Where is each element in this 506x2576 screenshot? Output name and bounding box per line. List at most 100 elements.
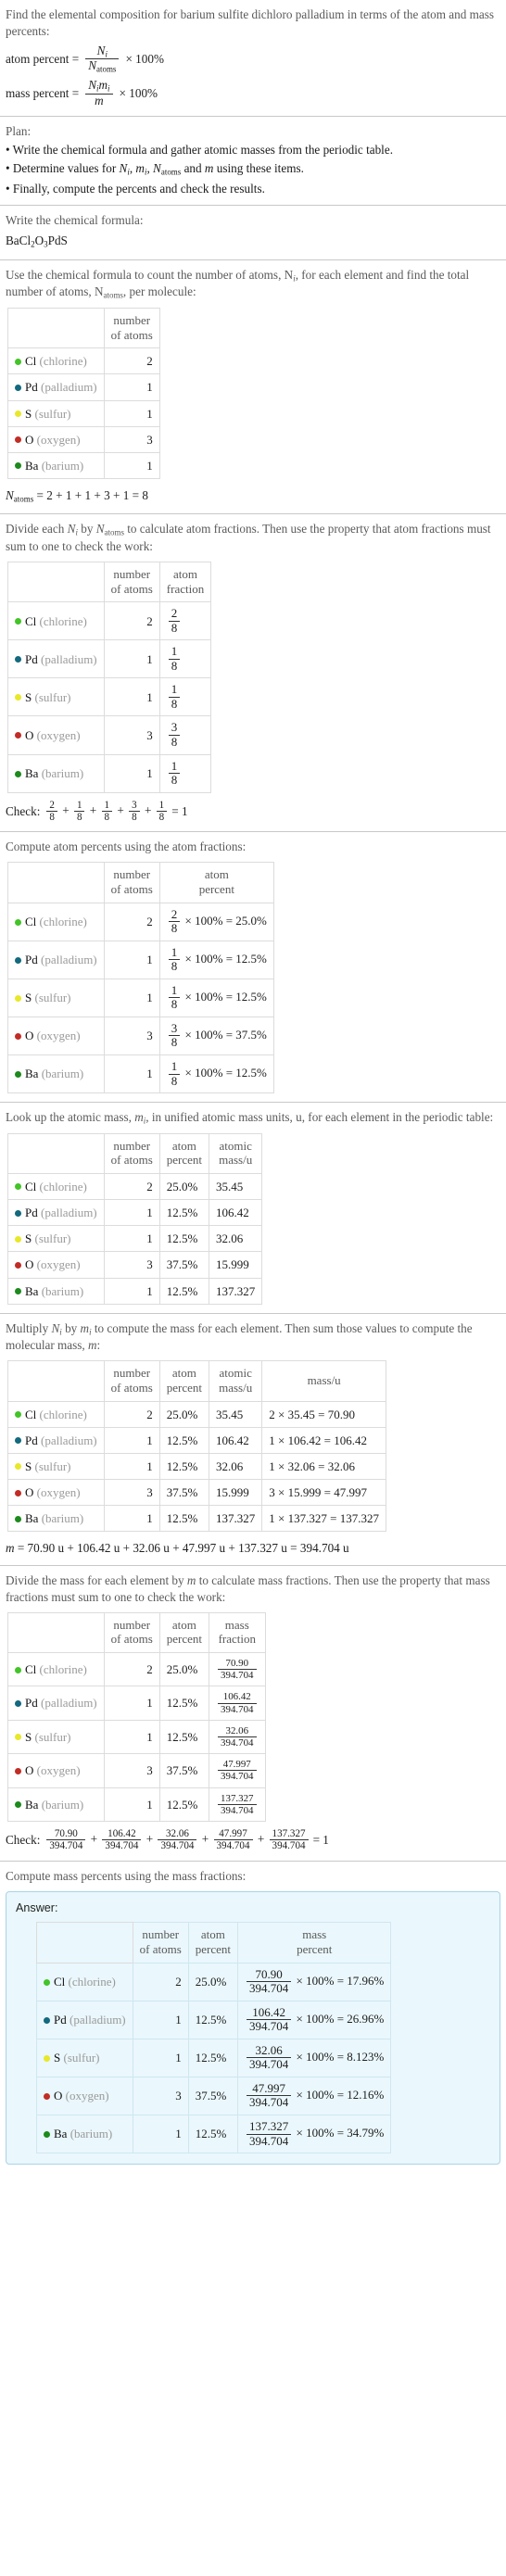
fraction-denominator: 8	[168, 773, 181, 788]
header-mass-u: mass/u	[261, 1360, 386, 1402]
element-color-dot	[15, 1070, 21, 1078]
mass-percent-expression: 70.90 394.704 × 100% = 17.96%	[237, 1962, 392, 2001]
element-color-dot	[15, 1515, 21, 1522]
element-name: (chlorine)	[39, 1179, 87, 1193]
element-cell: O (oxygen)	[7, 1251, 105, 1279]
fraction: 32.06 394.704	[218, 1725, 257, 1749]
atom-count: 1	[103, 1054, 160, 1094]
element-color-dot	[15, 1666, 21, 1673]
header-element	[7, 561, 105, 603]
atom-count: 2	[103, 1400, 160, 1428]
element-color-dot	[15, 618, 21, 625]
fraction: 47.997 394.704	[247, 2081, 292, 2110]
mass-expression: 2 × 35.45 = 70.90	[261, 1400, 386, 1428]
element-color-dot	[15, 1411, 21, 1419]
element-symbol: Ba	[25, 766, 39, 780]
mass-fraction: 47.997 394.704	[209, 1753, 266, 1788]
table-header-row: number of atoms atom percent	[7, 862, 274, 903]
atom-percent: 37.5%	[158, 1251, 210, 1279]
element-color-dot	[15, 732, 21, 739]
fraction-numerator: 32.06	[255, 2042, 283, 2057]
atom-percent: 12.5%	[158, 1452, 210, 1481]
atom-percent: 12.5%	[158, 1277, 210, 1305]
atom-percent-expression: 28 × 100% = 25.0%	[158, 902, 274, 941]
atomic-mass: 32.06	[209, 1452, 263, 1481]
element-cell: Ba (barium)	[36, 2115, 133, 2154]
fraction: 18	[168, 983, 181, 1012]
table-row: Pd (palladium) 1 1 8 × 100% = 12.5%	[7, 940, 274, 979]
fraction: 38	[168, 1020, 181, 1050]
mass-expression: 1 × 32.06 = 32.06	[261, 1452, 386, 1481]
header-atom-percent: atom percent	[158, 1132, 210, 1174]
element-color-dot	[15, 656, 21, 663]
mass-fraction-prompt: Divide the mass for each element by m to…	[6, 1572, 490, 1604]
atom-fraction: 28	[158, 601, 212, 641]
atom-percent: 12.5%	[158, 1505, 210, 1533]
plan-item-1: • Write the chemical formula and gather …	[6, 143, 393, 158]
table-row: O (oxygen) 3 37.5% 15.999	[7, 1251, 263, 1279]
atomic-mass: 32.06	[209, 1225, 263, 1253]
fraction-denominator: 8	[168, 658, 181, 674]
fraction-numerator: 70.90	[54, 1828, 78, 1840]
fraction-numerator: 3	[171, 1020, 178, 1035]
fraction-denominator: 8	[168, 696, 181, 712]
fraction: 28	[46, 800, 57, 824]
element-name: (sulfur)	[34, 1729, 71, 1744]
element-color-dot	[15, 1261, 21, 1269]
plan-item-3: • Finally, compute the percents and chec…	[6, 181, 265, 196]
check-expression: 70.90 394.704 + 106.42 394.704 + 32.06 394.…	[44, 1828, 310, 1852]
element-name: (sulfur)	[34, 1458, 71, 1473]
header-number-of-atoms: number of atoms	[103, 308, 160, 349]
atom-fraction: 18	[158, 753, 212, 793]
fraction-numerator: 137.327	[249, 2119, 289, 2134]
fraction: 70.90 394.704	[247, 1967, 292, 1996]
fraction: 18	[168, 1059, 181, 1088]
element-name: (oxygen)	[36, 1029, 81, 1043]
plan-item-2: • Determine values for Ni, mi, Natoms an…	[6, 161, 304, 177]
element-color-dot	[15, 462, 21, 470]
header-mass-percent: mass percent	[237, 1922, 392, 1964]
fraction-denominator: 394.704	[247, 1981, 292, 1996]
fraction: 18	[156, 800, 168, 824]
element-symbol: Pd	[25, 380, 38, 395]
answer-box: Answer: number of atoms atom percent mas…	[6, 1890, 500, 2166]
atom-count: 3	[132, 2076, 189, 2116]
fraction: 38	[168, 721, 181, 749]
element-symbol: Ba	[25, 1067, 39, 1081]
atom-count: 3	[103, 1016, 160, 1055]
fraction-denominator: 394.704	[247, 2019, 292, 2034]
fraction-denominator: 8	[46, 811, 57, 823]
table-row: Pd (palladium) 1	[7, 373, 160, 401]
element-name: (palladium)	[40, 380, 97, 395]
element-cell: S (sulfur)	[7, 978, 105, 1017]
element-symbol: O	[25, 727, 34, 742]
element-symbol: Pd	[54, 2013, 67, 2027]
fraction-denominator: 8	[168, 620, 181, 636]
molecular-mass-total: m = 70.90 u + 106.42 u + 32.06 u + 47.99…	[6, 1541, 349, 1556]
header-number-of-atoms: number of atoms	[132, 1922, 189, 1964]
fraction-numerator: 70.90	[225, 1657, 249, 1669]
element-cell: Cl (chlorine)	[7, 601, 105, 641]
element-symbol: O	[25, 432, 34, 447]
fraction: 137.327 394.704	[247, 2119, 292, 2148]
fraction-numerator: 47.997	[222, 1759, 251, 1771]
atomic-mass: 15.999	[209, 1251, 263, 1279]
atom-percent: 12.5%	[158, 1686, 210, 1721]
table-header-row: number of atoms	[7, 308, 160, 349]
atom-percent: 25.0%	[158, 1651, 210, 1687]
element-cell: S (sulfur)	[7, 677, 105, 717]
table-row: Ba (barium) 1 12.5% 137.327 1 × 137.327 = 13…	[7, 1505, 386, 1533]
fraction: 106.42 394.704	[102, 1828, 142, 1852]
table-row: S (sulfur) 1 12.5% 32.06 1 × 32.06 = 32.06	[7, 1452, 386, 1481]
atom-fraction: 18	[158, 677, 212, 717]
element-name: (chlorine)	[39, 354, 87, 369]
mass-fraction-table: number of atoms atom percent mass fracti…	[7, 1611, 266, 1823]
table-row: O (oxygen) 3	[7, 425, 160, 453]
plan-section: Plan: • Write the chemical formula and g…	[0, 117, 506, 205]
molecular-mass-prompt: Multiply Ni by mi to compute the mass fo…	[6, 1320, 473, 1353]
table-row: Ba (barium) 1	[7, 451, 160, 480]
element-color-dot	[44, 2092, 50, 2100]
chemical-formula-section: Write the chemical formula: BaCl2O3PdS	[0, 206, 506, 259]
atom-percent: 12.5%	[187, 2115, 239, 2154]
fraction-numerator: 3	[132, 799, 137, 811]
